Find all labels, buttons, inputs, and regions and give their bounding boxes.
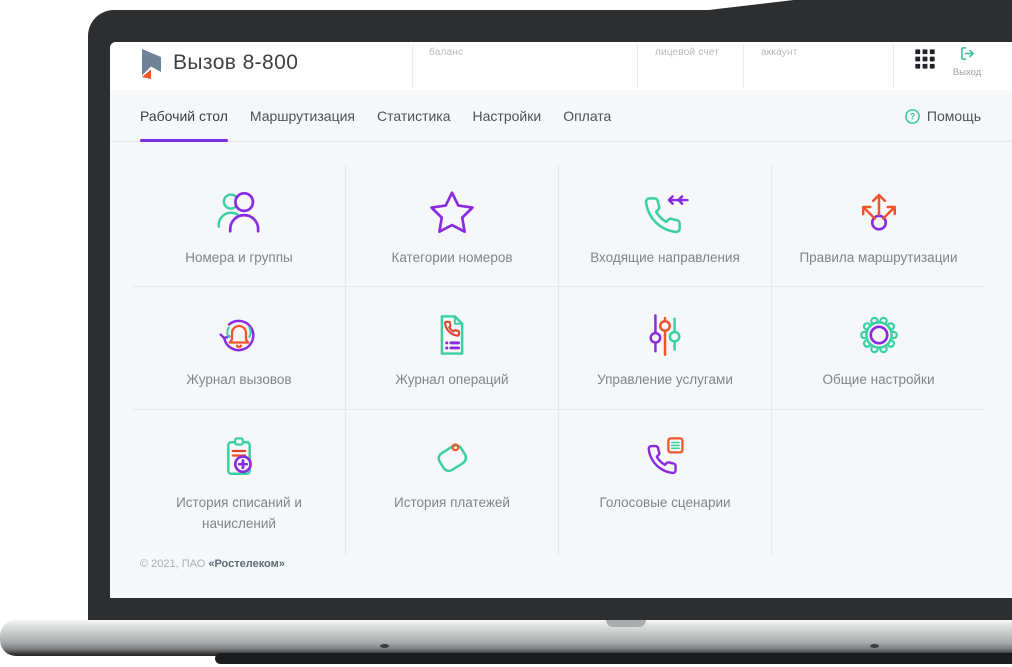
laptop-foot [870,644,879,648]
tile-charges-history[interactable]: История списаний и начислений [133,410,346,555]
logout-button[interactable]: Выход [936,46,998,78]
svg-text:?: ? [910,111,915,121]
laptop-bezel-top-edge [700,0,1012,11]
tile-incoming-directions[interactable]: Входящие направления [559,165,772,287]
app-header: Вызов 8-800 баланс лицевой счет аккаунт [110,42,1012,90]
tab-routing[interactable]: Маршрутизация [250,90,355,142]
header-divider [893,44,894,88]
laptop-base [0,620,1012,656]
header-divider [637,44,638,88]
tab-desktop[interactable]: Рабочий стол [140,90,228,142]
tile-numbers-groups[interactable]: Номера и группы [133,165,346,287]
app-title: Вызов 8-800 [173,51,299,74]
header-divider [412,44,413,88]
tile-label: История платежей [394,495,510,510]
laptop-mockup: Вызов 8-800 баланс лицевой счет аккаунт [0,0,1012,667]
rostelecom-logo-icon[interactable] [138,48,164,84]
laptop-lid-notch [606,620,646,627]
tile-number-categories[interactable]: Категории номеров [346,165,559,287]
app-screen: Вызов 8-800 баланс лицевой счет аккаунт [110,42,1012,598]
voice-scenarios-icon [647,437,684,475]
charges-history-icon [227,437,252,475]
grid-cell-empty [772,410,985,555]
help-label: Помощь [926,108,981,124]
help-button[interactable]: ? Помощь [904,90,981,142]
logout-icon [960,47,974,60]
routing-arrows-icon [861,193,896,231]
operations-log-icon [440,315,464,355]
tile-label: Журнал операций [395,372,509,387]
tile-routing-rules[interactable]: Правила маршрутизации [772,165,985,287]
call-log-bell-icon [219,319,255,352]
users-icon [217,191,260,233]
tile-label: Правила маршрутизации [799,250,958,265]
main-content: Рабочий стол Маршрутизация Статистика На… [110,90,1012,598]
settings-gear-icon [859,316,898,354]
tile-grid: Номера и группы Категории номеров Входящ… [133,165,985,555]
tab-statistics[interactable]: Статистика [377,90,451,142]
tab-settings[interactable]: Настройки [473,90,542,142]
main-nav: Рабочий стол Маршрутизация Статистика На… [110,90,1012,142]
copyright-text: © 2021, ПАО [140,558,209,570]
help-question-icon: ? [905,108,920,124]
services-sliders-icon [649,314,681,356]
tile-operations-log[interactable]: Журнал операций [346,287,559,410]
personal-account-field-label: лицевой счет [655,47,720,58]
tile-label: Голосовые сценарии [599,495,731,510]
tab-payment[interactable]: Оплата [563,90,611,142]
tile-label: Категории номеров [391,250,513,265]
payments-wallet-icon [437,443,468,473]
balance-field-label: баланс [429,47,464,58]
tile-label: История списаний и начислений [176,495,302,531]
star-icon [430,191,474,234]
tile-general-settings[interactable]: Общие настройки [772,287,985,410]
nav-tabs: Рабочий стол Маршрутизация Статистика На… [140,90,611,142]
tile-label: Общие настройки [822,372,935,387]
tile-payments-history[interactable]: История платежей [346,410,559,555]
tile-voice-scenarios[interactable]: Голосовые сценарии [559,410,772,555]
account-field-label: аккаунт [761,47,798,58]
tile-label: Номера и группы [185,250,293,265]
grid-apps-icon[interactable] [914,48,936,70]
logout-label: Выход [952,67,982,78]
tile-service-management[interactable]: Управление услугами [559,287,772,410]
header-divider [743,44,744,88]
company-name: «Ростелеком» [208,558,285,570]
tile-label: Управление услугами [597,372,733,387]
tile-label: Входящие направления [590,250,740,265]
tile-call-log[interactable]: Журнал вызовов [133,287,346,410]
footer-copyright: © 2021, ПАО «Ростелеком» [140,558,285,570]
laptop-foot [380,644,389,648]
laptop-base-underside [215,653,1012,664]
tile-label: Журнал вызовов [186,372,292,387]
incoming-call-icon [644,195,689,234]
